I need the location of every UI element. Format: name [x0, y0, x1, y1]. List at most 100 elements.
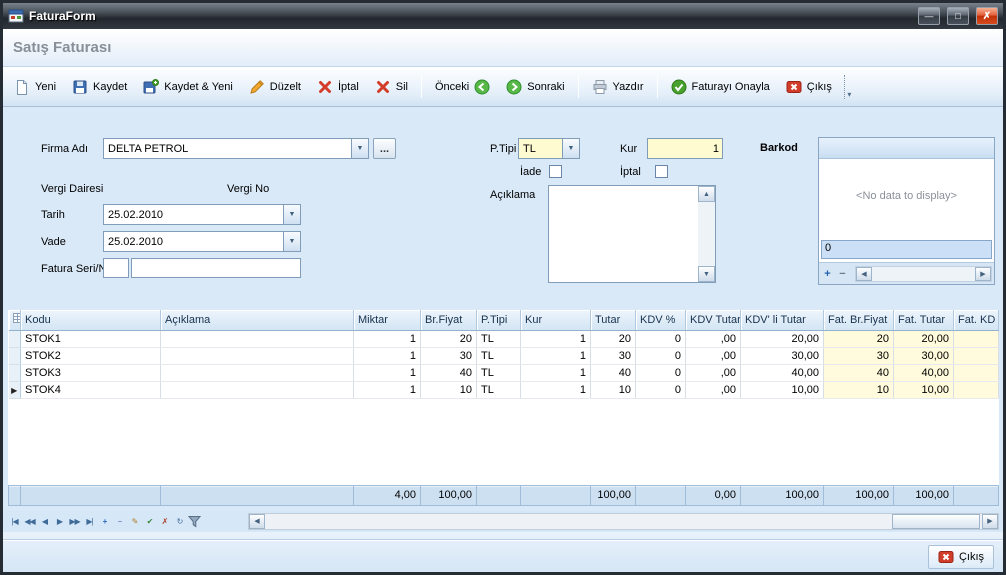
cell-br-fiyat[interactable]: 20: [421, 330, 477, 347]
nav-cancel-button[interactable]: ✗: [157, 513, 172, 529]
column-header-aciklama[interactable]: Açıklama: [161, 310, 354, 330]
cell-miktar[interactable]: 1: [354, 347, 421, 364]
p-tipi-combo[interactable]: TL: [518, 138, 580, 159]
vertical-scrollbar[interactable]: ▲ ▼: [698, 186, 715, 282]
iade-checkbox[interactable]: [549, 165, 562, 178]
toolbar-overflow-grip[interactable]: ▾: [844, 75, 854, 99]
cell-kdv-pct[interactable]: 0: [636, 364, 686, 381]
cell-kdv-pct[interactable]: 0: [636, 330, 686, 347]
barkod-horizontal-scrollbar[interactable]: ◀ ▶: [855, 266, 992, 282]
grid-horizontal-scrollbar[interactable]: ◀ ▶: [248, 513, 999, 530]
column-header-fat-tutar[interactable]: Fat. Tutar: [894, 310, 954, 330]
column-header-kur[interactable]: Kur: [521, 310, 591, 330]
chevron-down-icon[interactable]: [283, 205, 300, 224]
scroll-left-icon[interactable]: ◀: [249, 514, 265, 529]
cell-aciklama[interactable]: [161, 381, 354, 398]
cell-miktar[interactable]: 1: [354, 364, 421, 381]
nav-next-button[interactable]: ▶: [52, 513, 67, 529]
cell-kdv-pct[interactable]: 0: [636, 347, 686, 364]
cell-kodu[interactable]: STOK4: [21, 381, 161, 398]
cell-kdvli-tutar[interactable]: 10,00: [741, 381, 824, 398]
fatura-no-input[interactable]: [131, 258, 301, 278]
barkod-add-button[interactable]: +: [821, 267, 834, 280]
chevron-down-icon[interactable]: [351, 139, 368, 158]
cell-fat-tutar[interactable]: 40,00: [894, 364, 954, 381]
cell-kdv-tutari[interactable]: ,00: [686, 364, 741, 381]
column-header-tutar[interactable]: Tutar: [591, 310, 636, 330]
nav-prev-page-button[interactable]: ◀◀: [22, 513, 37, 529]
cell-kodu[interactable]: STOK1: [21, 330, 161, 347]
exit-button-toolbar[interactable]: Çıkış: [779, 75, 839, 99]
scroll-down-icon[interactable]: ▼: [698, 266, 715, 282]
cell-kdv-tutari[interactable]: ,00: [686, 330, 741, 347]
approve-invoice-button[interactable]: Faturayı Onayla: [664, 75, 777, 99]
cell-fat-tutar[interactable]: 10,00: [894, 381, 954, 398]
current-row-indicator[interactable]: [9, 381, 21, 398]
scrollbar-thumb[interactable]: [892, 514, 980, 529]
cell-fat-tutar[interactable]: 30,00: [894, 347, 954, 364]
save-button[interactable]: Kaydet: [65, 75, 134, 99]
cell-aciklama[interactable]: [161, 364, 354, 381]
cell-kur[interactable]: 1: [521, 347, 591, 364]
cell-kdv-tutari[interactable]: ,00: [686, 381, 741, 398]
close-button[interactable]: ✗: [976, 7, 998, 25]
nav-last-button[interactable]: ▶|: [82, 513, 97, 529]
cell-fat-tutar[interactable]: 20,00: [894, 330, 954, 347]
cell-kdvli-tutar[interactable]: 30,00: [741, 347, 824, 364]
filter-funnel-icon[interactable]: [187, 513, 202, 529]
cell-kur[interactable]: 1: [521, 381, 591, 398]
cell-fat-br-fiyat[interactable]: 30: [824, 347, 894, 364]
cell-fat-br-fiyat[interactable]: 10: [824, 381, 894, 398]
nav-prev-button[interactable]: ◀: [37, 513, 52, 529]
row-indicator[interactable]: [9, 347, 21, 364]
cell-kodu[interactable]: STOK3: [21, 364, 161, 381]
edit-button[interactable]: Düzelt: [242, 75, 308, 99]
cell-kur[interactable]: 1: [521, 330, 591, 347]
column-header-fat-br-fiyat[interactable]: Fat. Br.Fiyat: [824, 310, 894, 330]
column-header-miktar[interactable]: Miktar: [354, 310, 421, 330]
cell-tutar[interactable]: 10: [591, 381, 636, 398]
cell-br-fiyat[interactable]: 40: [421, 364, 477, 381]
kur-input[interactable]: [647, 138, 723, 159]
column-header-fat-kd[interactable]: Fat. KD: [954, 310, 999, 330]
tarih-combo[interactable]: 25.02.2010: [103, 204, 301, 225]
cell-kdv-tutari[interactable]: ,00: [686, 347, 741, 364]
cell-tutar[interactable]: 20: [591, 330, 636, 347]
scroll-up-icon[interactable]: ▲: [698, 186, 715, 202]
column-header-kdv-pct[interactable]: KDV %: [636, 310, 686, 330]
print-button[interactable]: Yazdır: [585, 75, 651, 99]
cell-tutar[interactable]: 40: [591, 364, 636, 381]
cell-br-fiyat[interactable]: 30: [421, 347, 477, 364]
cell-kur[interactable]: 1: [521, 364, 591, 381]
exit-button[interactable]: Çıkış: [928, 545, 994, 569]
firma-adi-combo[interactable]: DELTA PETROL: [103, 138, 369, 159]
delete-button[interactable]: Sil: [368, 75, 415, 99]
aciklama-textarea[interactable]: ▲ ▼: [548, 185, 716, 283]
cell-miktar[interactable]: 1: [354, 381, 421, 398]
nav-append-button[interactable]: +: [97, 513, 112, 529]
cell-kodu[interactable]: STOK2: [21, 347, 161, 364]
cell-aciklama[interactable]: [161, 330, 354, 347]
column-header-p-tipi[interactable]: P.Tipi: [477, 310, 521, 330]
cell-fat-kd[interactable]: [954, 364, 999, 381]
cell-fat-br-fiyat[interactable]: 40: [824, 364, 894, 381]
cell-p-tipi[interactable]: TL: [477, 330, 521, 347]
column-header-br-fiyat[interactable]: Br.Fiyat: [421, 310, 477, 330]
cell-p-tipi[interactable]: TL: [477, 381, 521, 398]
title-bar[interactable]: FaturaForm — □ ✗: [3, 3, 1003, 29]
nav-post-button[interactable]: ✔: [142, 513, 157, 529]
save-and-new-button[interactable]: Kaydet & Yeni: [136, 75, 240, 99]
minimize-button[interactable]: —: [918, 7, 940, 25]
row-indicator[interactable]: [9, 364, 21, 381]
nav-refresh-button[interactable]: ↻: [172, 513, 187, 529]
cell-fat-kd[interactable]: [954, 330, 999, 347]
cell-kdvli-tutar[interactable]: 20,00: [741, 330, 824, 347]
cell-aciklama[interactable]: [161, 347, 354, 364]
fatura-seri-input[interactable]: [103, 258, 129, 278]
iptal-checkbox[interactable]: [655, 165, 668, 178]
cancel-button[interactable]: İptal: [310, 75, 366, 99]
barkod-column-header[interactable]: [819, 138, 994, 159]
column-header-kdv-tutari[interactable]: KDV Tutarı: [686, 310, 741, 330]
cell-tutar[interactable]: 30: [591, 347, 636, 364]
row-indicator[interactable]: [9, 330, 21, 347]
